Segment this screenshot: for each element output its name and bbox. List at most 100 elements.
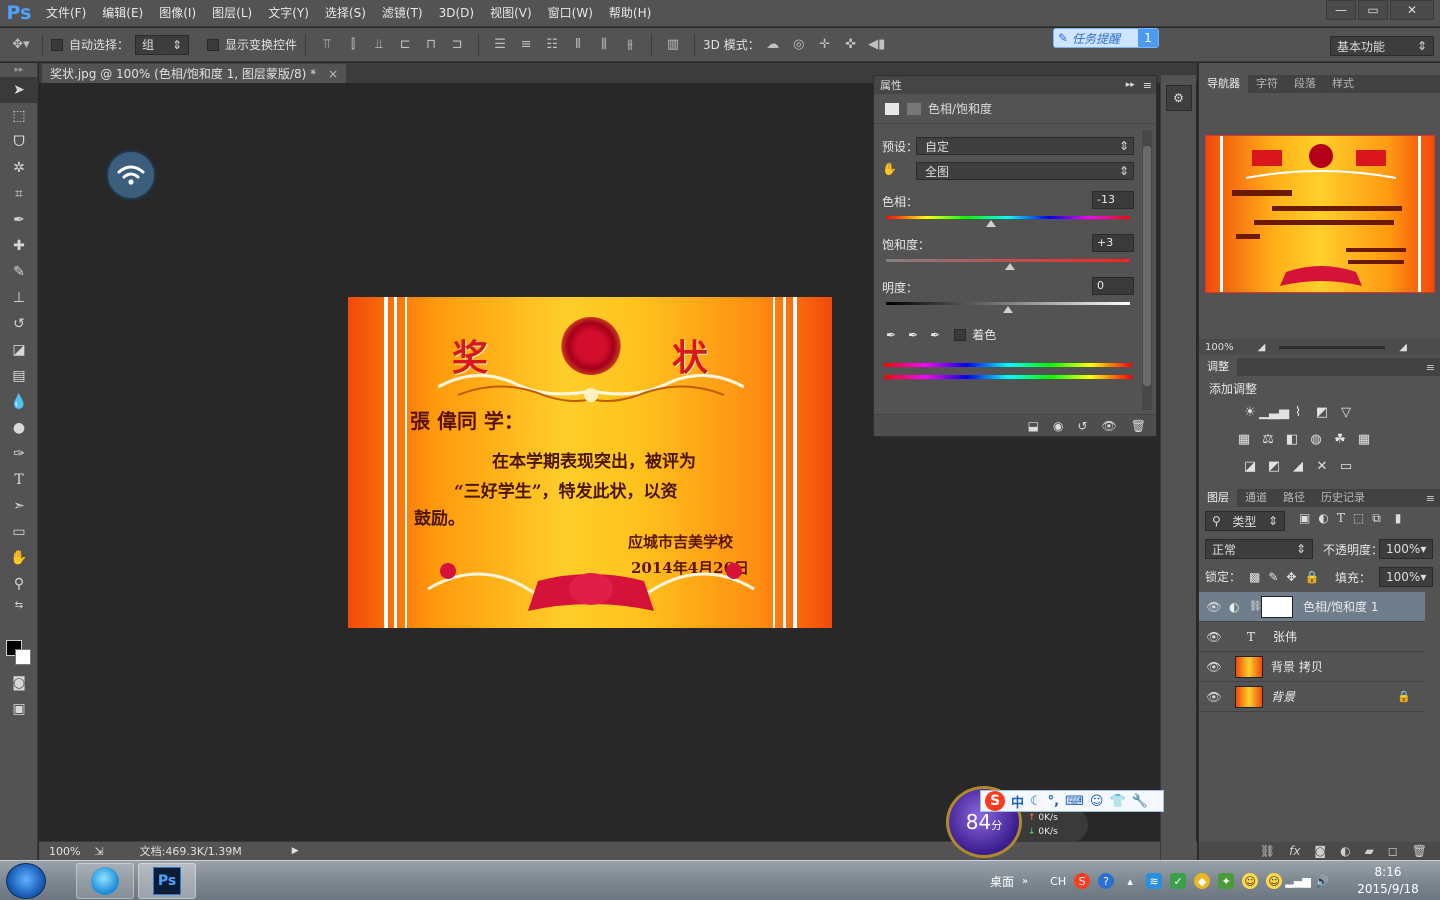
wifi-tray-icon[interactable]: ≋ xyxy=(1146,873,1163,889)
distribute-left-icon[interactable]: ⫴ xyxy=(568,35,588,55)
help-tray-icon[interactable]: ? xyxy=(1098,873,1115,889)
sogou-logo-icon[interactable]: S xyxy=(985,791,1005,811)
lock-position-icon[interactable]: ✥ xyxy=(1286,570,1296,584)
new-group-icon[interactable]: ▰ xyxy=(1365,844,1374,858)
blend-mode-dropdown[interactable]: 正常 ⇕ xyxy=(1205,539,1313,559)
3d-slide-icon[interactable]: ✜ xyxy=(841,35,861,55)
show-transform-checkbox[interactable] xyxy=(207,38,220,51)
tab-layers[interactable]: 图层 xyxy=(1199,489,1237,507)
panel-menu-icon[interactable]: ≡ xyxy=(1426,361,1435,374)
align-vcenter-icon[interactable]: ⫿ xyxy=(343,35,363,55)
tab-paragraph[interactable]: 段落 xyxy=(1286,75,1324,93)
3d-scale-icon[interactable]: ◀▮ xyxy=(867,35,887,55)
lock-all-icon[interactable]: 🔒 xyxy=(1304,570,1319,584)
black-white-icon[interactable]: ◧ xyxy=(1283,431,1301,447)
volume-icon[interactable]: 🔊 xyxy=(1314,873,1330,889)
network-signal-icon[interactable]: ▂▄▆ xyxy=(1285,873,1310,889)
task-reminder-button[interactable]: ✎ 任务提醒 1 xyxy=(1053,28,1159,48)
filter-smart-icon[interactable]: ⧉ xyxy=(1372,511,1381,526)
hand-tool-icon[interactable]: ✋ xyxy=(0,545,38,571)
levels-icon[interactable]: ▁▃▅ xyxy=(1259,404,1289,420)
brightness-icon[interactable]: ☀ xyxy=(1241,404,1259,420)
colorize-checkbox[interactable] xyxy=(954,328,967,341)
distribute-hcenter-icon[interactable]: ⫼ xyxy=(594,35,614,55)
shape-tool-icon[interactable]: ▭ xyxy=(0,519,38,545)
tab-styles[interactable]: 样式 xyxy=(1324,75,1362,93)
magic-wand-tool-icon[interactable]: ✲ xyxy=(0,155,38,181)
path-select-tool-icon[interactable]: ➣ xyxy=(0,493,38,519)
zoom-tool-icon[interactable]: ⚲ xyxy=(0,571,38,597)
panel-menu-icon[interactable]: ≡ xyxy=(1143,79,1152,92)
properties-dock-icon[interactable]: ⚙ xyxy=(1165,85,1192,111)
align-hcenter-icon[interactable]: ⊓ xyxy=(421,35,441,55)
exposure-icon[interactable]: ◩ xyxy=(1313,404,1331,420)
saturation-slider-track[interactable] xyxy=(886,259,1130,262)
user-icon[interactable]: ☺ xyxy=(1090,794,1104,809)
filter-shape-icon[interactable]: ⬚ xyxy=(1353,511,1364,526)
add-mask-icon[interactable]: ◙ xyxy=(1314,844,1326,858)
invert-icon[interactable]: ◪ xyxy=(1241,458,1259,474)
distribute-bottom-icon[interactable]: ☷ xyxy=(542,35,562,55)
selective-color-icon[interactable]: ✕ xyxy=(1313,458,1331,474)
properties-tab[interactable]: 属性 xyxy=(880,77,902,93)
eye-icon[interactable]: 👁 xyxy=(1199,630,1229,644)
tab-character[interactable]: 字符 xyxy=(1248,75,1286,93)
layer-row-background-copy[interactable]: 👁 背景 拷贝 xyxy=(1199,652,1425,682)
settings-wrench-icon[interactable]: 🔧 xyxy=(1132,794,1148,809)
move-tool-preset-icon[interactable]: ✥▾ xyxy=(11,35,31,55)
zoom-out-icon[interactable]: ◢ xyxy=(1258,342,1266,353)
eyedropper-plus-icon[interactable]: ✒ xyxy=(908,328,918,342)
eye-icon[interactable]: 👁 xyxy=(1199,600,1229,614)
history-brush-tool-icon[interactable]: ↺ xyxy=(0,311,38,337)
visibility-icon[interactable]: 👁 xyxy=(1102,419,1117,433)
desktop-toolbar-label[interactable]: 桌面 xyxy=(990,873,1014,890)
menu-edit[interactable]: 编辑(E) xyxy=(94,0,151,27)
collapse-tools-icon[interactable]: ▸▸ xyxy=(0,63,38,77)
ime-language[interactable]: 中 xyxy=(1011,792,1024,811)
certificate-image[interactable]: 奖 状 張 偉同 学： 在本学期表现突出，被评为 “三好学生”，特发此状，以资 … xyxy=(348,297,832,628)
layer-style-icon[interactable]: fx xyxy=(1289,844,1300,858)
eyedropper-icon[interactable]: ✒ xyxy=(886,328,896,342)
properties-scrollbar[interactable] xyxy=(1142,130,1152,410)
eraser-tool-icon[interactable]: ◪ xyxy=(0,337,38,363)
export-icon[interactable]: ⇲ xyxy=(94,845,103,858)
lightness-value-field[interactable]: 0 xyxy=(1092,277,1134,295)
posterize-icon[interactable]: ◩ xyxy=(1265,458,1283,474)
gradient-tool-icon[interactable]: ▤ xyxy=(0,363,38,389)
layer-row-background[interactable]: 👁 背景 🔒 xyxy=(1199,682,1425,712)
taskbar-photoshop[interactable]: Ps xyxy=(138,863,196,899)
blur-tool-icon[interactable]: 💧 xyxy=(0,389,38,415)
lightness-slider-track[interactable] xyxy=(886,302,1130,305)
panel-menu-icon[interactable]: ≡ xyxy=(1426,492,1435,505)
navigator-thumbnail[interactable] xyxy=(1205,135,1435,293)
lasso-tool-icon[interactable]: ᗜ xyxy=(0,129,38,155)
dodge-tool-icon[interactable]: ● xyxy=(0,415,38,441)
fill-field[interactable]: 100% ▾ xyxy=(1379,567,1433,587)
close-document-icon[interactable]: × xyxy=(328,67,338,81)
status-zoom[interactable]: 100% xyxy=(49,845,80,858)
brush-tool-icon[interactable]: ✎ xyxy=(0,259,38,285)
hue-value-field[interactable]: -13 xyxy=(1092,191,1134,209)
background-color-swatch[interactable] xyxy=(15,649,31,665)
reset-icon[interactable]: ↺ xyxy=(1077,419,1087,433)
tab-adjustments[interactable]: 调整 xyxy=(1199,358,1237,376)
shield-tray-icon[interactable]: ◆ xyxy=(1194,873,1211,889)
menu-image[interactable]: 图像(I) xyxy=(151,0,204,27)
filter-pixel-icon[interactable]: ▣ xyxy=(1299,511,1310,526)
menu-window[interactable]: 窗口(W) xyxy=(540,0,601,27)
zoom-in-icon[interactable]: ◢ xyxy=(1399,342,1407,353)
stamp-tool-icon[interactable]: ⊥ xyxy=(0,285,38,311)
eye-icon[interactable]: 👁 xyxy=(1199,660,1229,674)
tab-history[interactable]: 历史记录 xyxy=(1313,489,1373,507)
menu-file[interactable]: 文件(F) xyxy=(38,0,94,27)
opacity-field[interactable]: 100% ▾ xyxy=(1379,539,1433,559)
auto-align-icon[interactable]: ▥ xyxy=(663,35,683,55)
layer-row-text[interactable]: 👁 T 张伟 xyxy=(1199,622,1425,652)
scrollbar-thumb[interactable] xyxy=(1143,146,1151,386)
healing-brush-tool-icon[interactable]: ✚ xyxy=(0,233,38,259)
swap-colors-icon[interactable]: ⇆ xyxy=(0,597,38,613)
minimize-button[interactable]: — xyxy=(1326,0,1356,20)
quick-mask-icon[interactable]: ◙ xyxy=(0,670,38,696)
link-layers-icon[interactable]: ⛓ xyxy=(1260,844,1275,858)
align-bottom-icon[interactable]: ⫫ xyxy=(369,35,389,55)
